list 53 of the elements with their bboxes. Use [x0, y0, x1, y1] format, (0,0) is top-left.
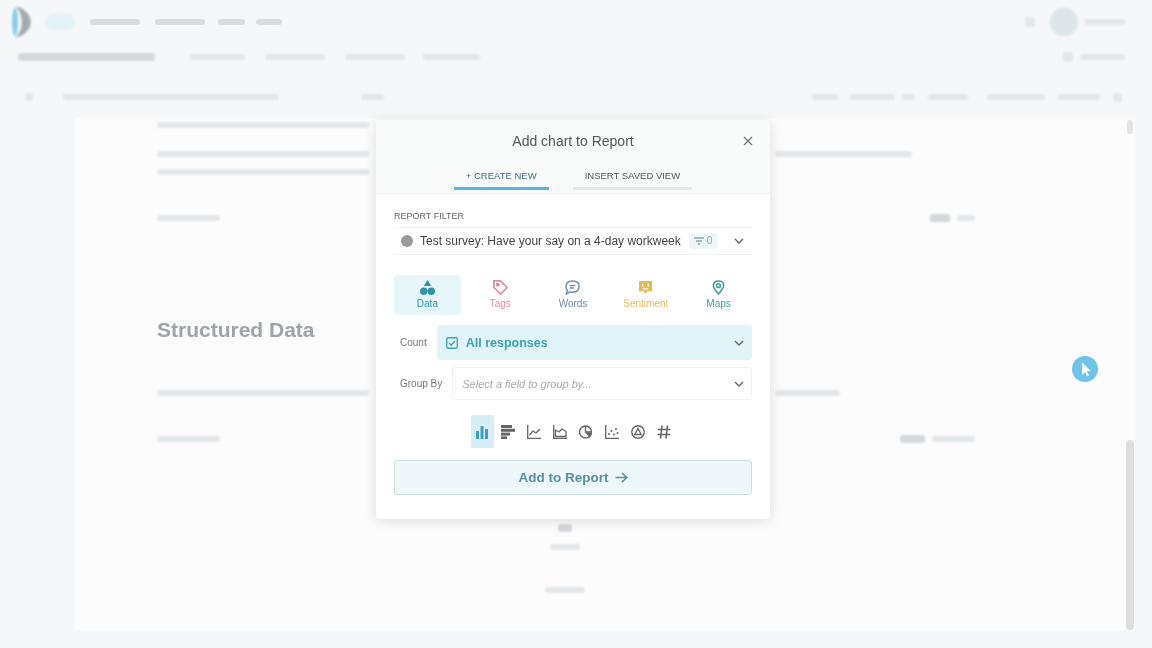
analysis-type-tab[interactable]: Data [394, 275, 461, 315]
bar-chart-icon [501, 424, 515, 439]
scrollbar-button[interactable] [1127, 120, 1133, 134]
count-select[interactable]: All responses [436, 325, 752, 360]
analysis-type-tab[interactable]: Maps [685, 275, 752, 315]
column-chart-icon [475, 424, 489, 439]
analysis-type-tab[interactable]: Sentiment [612, 275, 680, 315]
hash-icon [657, 424, 671, 439]
analysis-type-tab[interactable]: Tags [466, 275, 534, 315]
report-filter-select[interactable]: Test survey: Have your say on a 4-day workweek 0 [394, 227, 752, 255]
blurred-nav-link[interactable] [90, 19, 140, 25]
blurred-nav-link[interactable] [218, 19, 245, 25]
dialog-tab[interactable]: + CREATE NEW [453, 163, 549, 190]
area-chart-icon [553, 424, 567, 439]
close-icon[interactable] [743, 136, 753, 146]
blurred-icon [558, 524, 572, 532]
analysis-type-tab[interactable]: Words [539, 275, 607, 315]
field-label: Count [400, 337, 427, 348]
arrow-right-icon [614, 472, 628, 483]
blurred-text [930, 214, 950, 222]
blurred-text [775, 390, 840, 396]
blurred-text [157, 436, 220, 442]
blurred-text [900, 435, 925, 443]
avatar-icon[interactable] [1050, 8, 1078, 36]
logo-icon[interactable] [12, 5, 32, 39]
chart-type-button[interactable] [470, 415, 494, 448]
section-heading: Structured Data [157, 318, 315, 342]
chevron-down-icon [734, 381, 744, 387]
line-chart-icon [527, 424, 541, 439]
dot-icon [401, 235, 413, 247]
filter-count: 0 [706, 235, 713, 247]
pie-chart-icon [579, 424, 593, 439]
field-label: Group By [400, 378, 443, 389]
blurred-text [550, 544, 580, 550]
blurred-nav-link[interactable] [155, 19, 205, 25]
chevron-down-icon [734, 339, 744, 346]
scatter-plot-icon [605, 424, 619, 439]
dialog-title: Add chart to Report [512, 133, 634, 149]
blurred-text [957, 215, 975, 221]
dialog-tab[interactable]: INSERT SAVED VIEW [572, 163, 693, 190]
blurred-text [932, 436, 975, 442]
cursor-icon [1072, 356, 1098, 382]
section-label: REPORT FILTER [394, 211, 465, 222]
checkbox-icon [445, 336, 458, 349]
chevron-down-icon [734, 238, 744, 244]
add-to-report-button[interactable]: Add to Report [394, 460, 752, 495]
filter-icon [693, 237, 704, 245]
scrollbar-thumb[interactable] [1126, 440, 1134, 630]
blurred-nav-link[interactable] [256, 19, 282, 25]
filter-badge[interactable]: 0 [688, 233, 718, 249]
blurred-text [157, 215, 220, 221]
blurred-text [545, 587, 585, 593]
group-by-select[interactable]: Select a field to group by... [452, 367, 752, 400]
